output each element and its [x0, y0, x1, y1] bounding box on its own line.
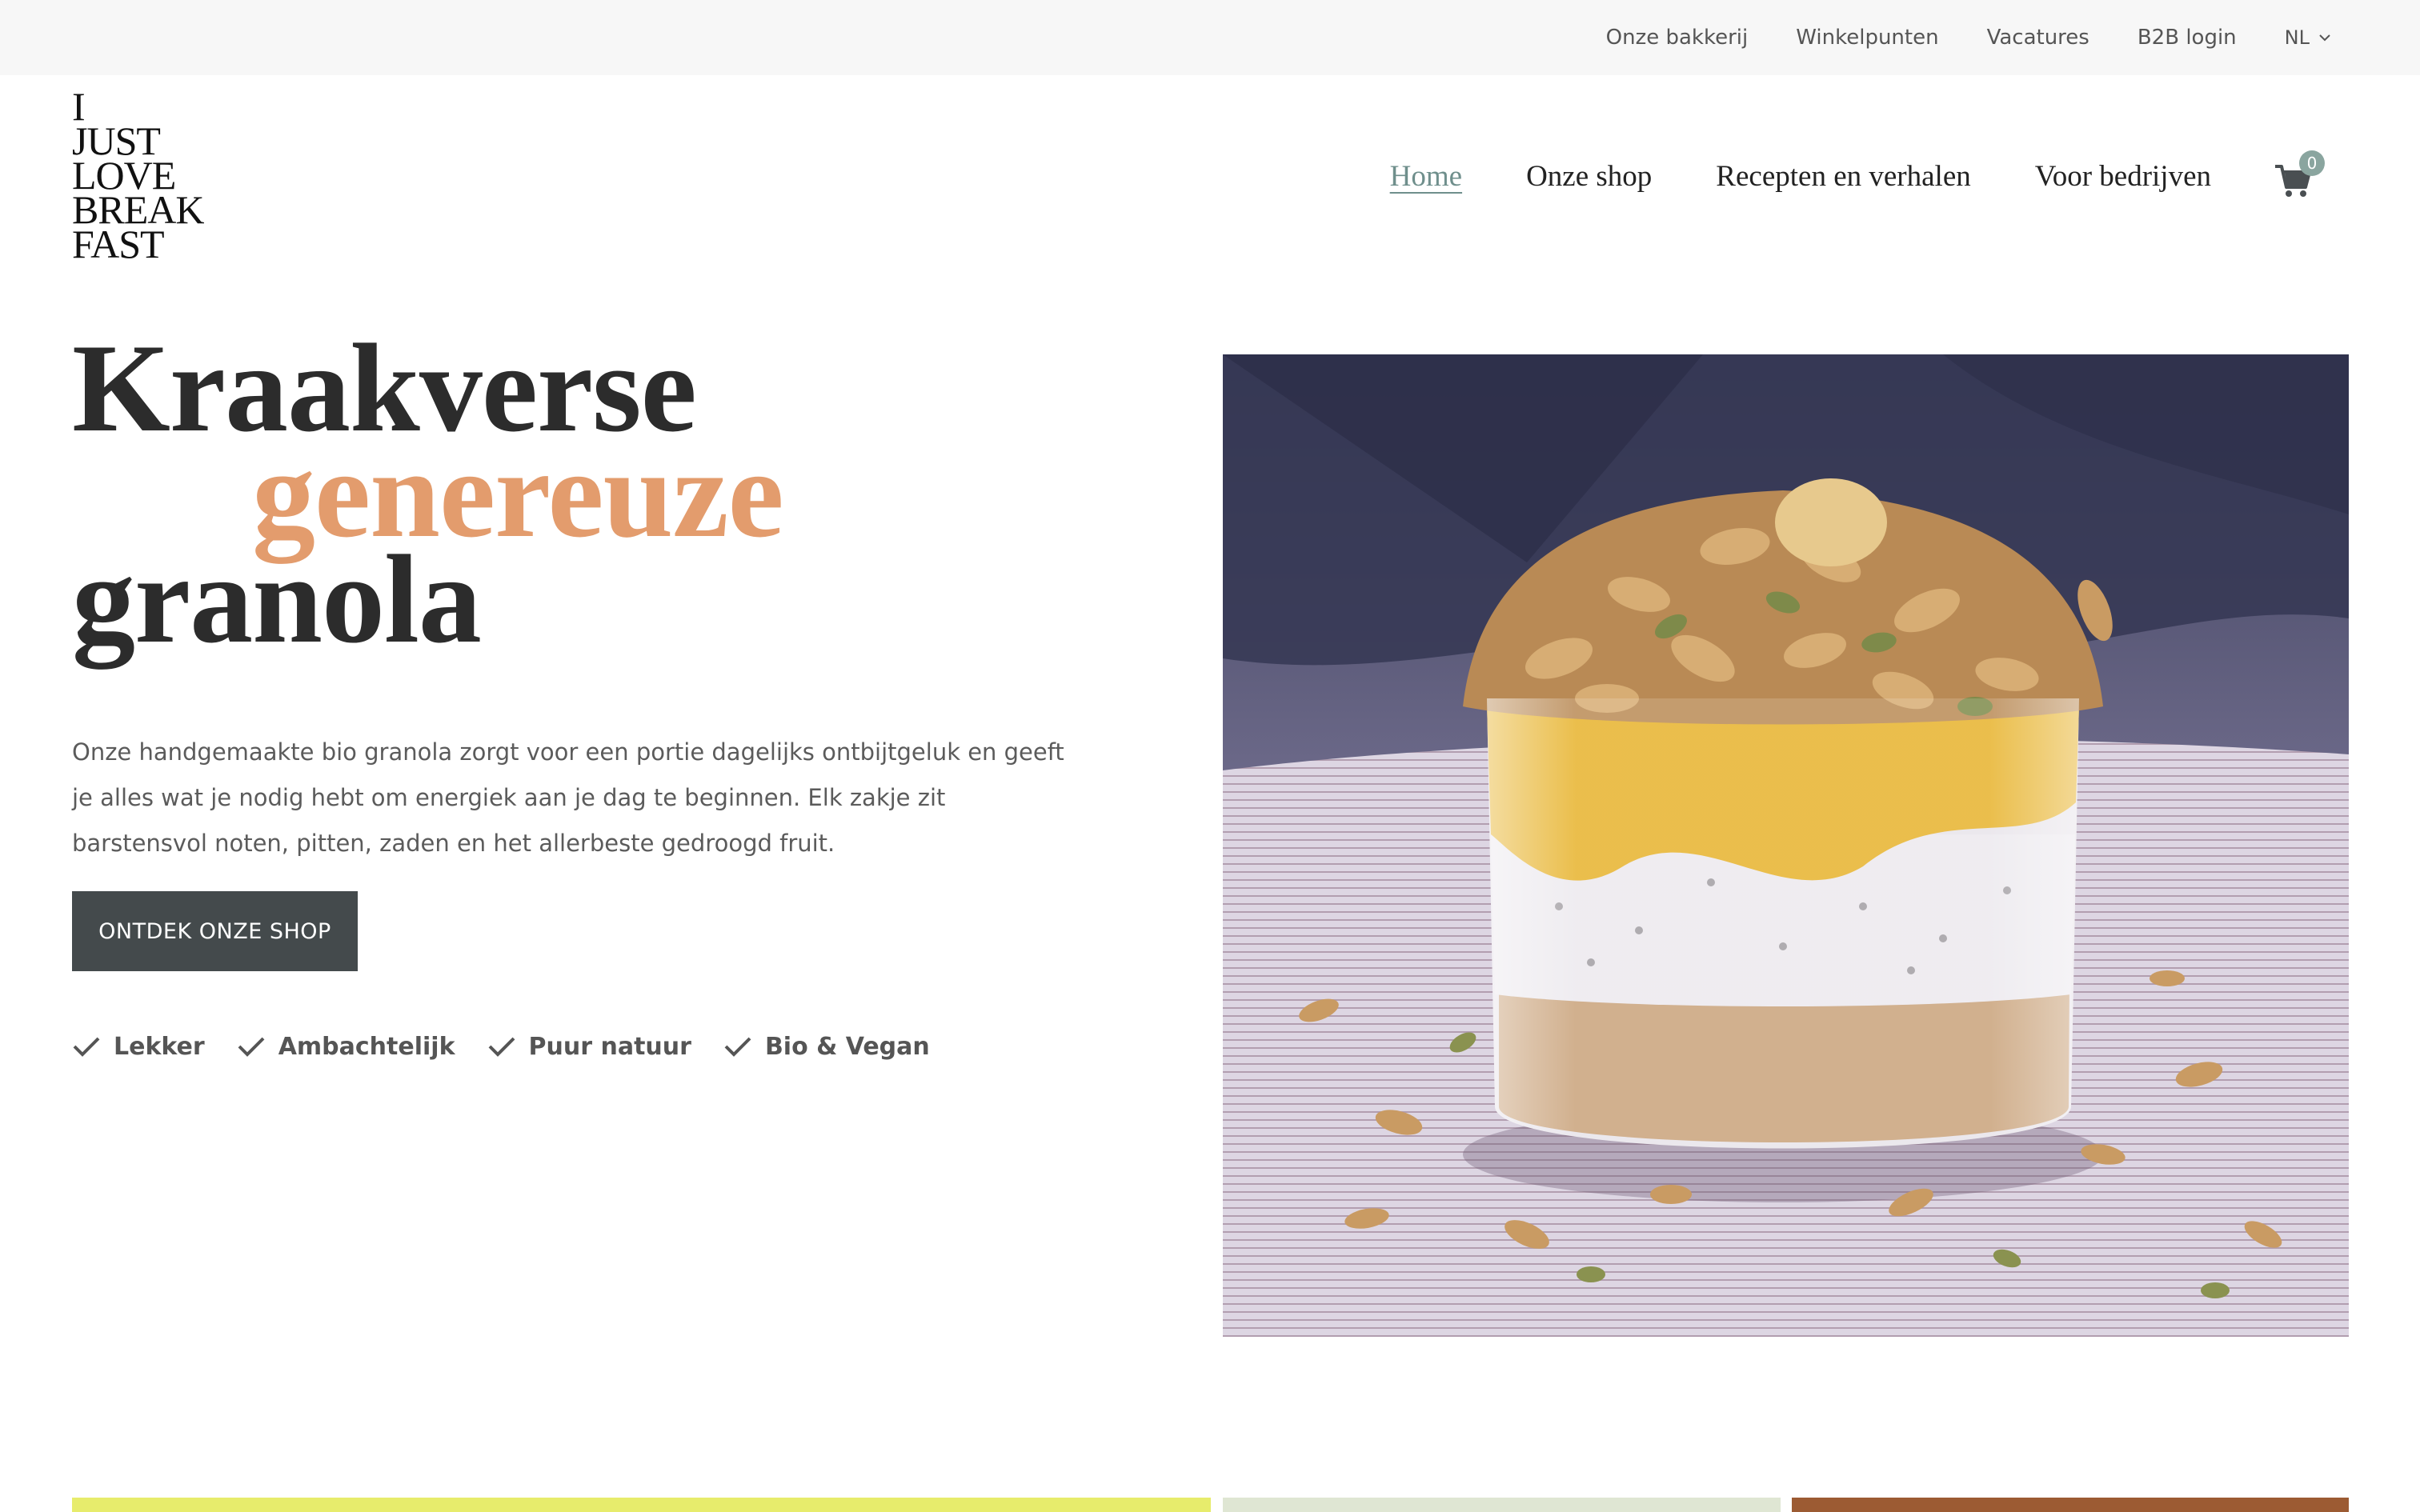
feature-item: Ambachtelijk: [237, 1032, 455, 1061]
feature-label: Bio & Vegan: [764, 1032, 930, 1061]
product-card-green-edge: [1223, 1498, 1781, 1512]
feature-label: Ambachtelijk: [278, 1032, 455, 1061]
check-icon: [724, 1037, 751, 1057]
product-card-brown-edge: [1792, 1498, 2349, 1512]
cart-button[interactable]: 0: [2274, 150, 2325, 198]
hero-intro-text: Onze handgemaakte bio granola zorgt voor…: [72, 738, 1064, 857]
check-icon: [238, 1037, 265, 1057]
check-icon: [488, 1037, 515, 1057]
chevron-down-icon: [2319, 34, 2330, 42]
utility-link-bakery[interactable]: Onze bakkerij: [1606, 26, 1749, 50]
utility-link-vacancies[interactable]: Vacatures: [1987, 26, 2089, 50]
hero-title: Kraakverse genereuze granola: [72, 326, 784, 663]
feature-label: Puur natuur: [528, 1032, 691, 1061]
nav-item-home[interactable]: Home: [1390, 159, 1462, 194]
site-logo[interactable]: I JUST LOVE BREAK FAST: [72, 86, 240, 266]
cart-count-badge: 0: [2299, 150, 2325, 176]
logo-line: FAST: [72, 222, 165, 266]
discover-shop-button[interactable]: ONTDEK ONZE SHOP: [72, 891, 358, 971]
utility-link-b2b-login[interactable]: B2B login: [2138, 26, 2237, 50]
nav-item-business[interactable]: Voor bedrijven: [2035, 159, 2211, 194]
language-selector[interactable]: NL: [2285, 26, 2332, 49]
feature-list: Lekker Ambachtelijk Puur natuur Bio & Ve…: [72, 1032, 930, 1061]
utility-link-stores[interactable]: Winkelpunten: [1796, 26, 1938, 50]
granola-parfait-illustration: [1223, 354, 2349, 1337]
feature-item: Bio & Vegan: [723, 1032, 930, 1061]
main-navigation: Home Onze shop Recepten en verhalen Voor…: [1390, 144, 2325, 208]
hero-image-granola-parfait: [1223, 354, 2349, 1337]
check-icon: [73, 1037, 100, 1057]
utility-links: Onze bakkerij Winkelpunten Vacatures B2B…: [1606, 0, 2332, 75]
nav-item-shop[interactable]: Onze shop: [1526, 159, 1652, 194]
product-card-yellow-edge: [72, 1498, 1211, 1512]
feature-label: Lekker: [114, 1032, 205, 1061]
nav-item-recipes[interactable]: Recepten en verhalen: [1716, 159, 1970, 194]
language-label: NL: [2284, 26, 2310, 49]
top-utility-bar: Onze bakkerij Winkelpunten Vacatures B2B…: [0, 0, 2420, 75]
feature-item: Puur natuur: [487, 1032, 691, 1061]
feature-item: Lekker: [72, 1032, 205, 1061]
